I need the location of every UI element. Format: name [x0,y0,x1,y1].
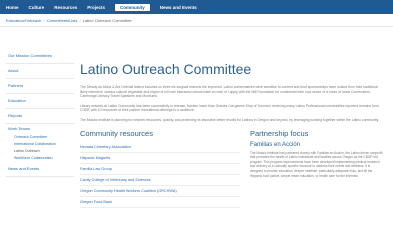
sidebar-subitem-workforce[interactable]: Workforce Collaboration [6,155,74,162]
nav-home[interactable]: Home [6,5,19,10]
intro-paragraph-2: Library network at Latino Community has … [80,103,379,113]
main-content: Latino Outreach Committee The Steady as … [74,27,393,208]
resource-link[interactable]: Familia Law Group [80,164,240,175]
intro-paragraph-1: The Steady as Aloha & Ant Oriental distr… [80,85,378,99]
top-navigation-bar: Home Culture Resources Projects Communit… [0,0,393,14]
breadcrumb-separator: › [43,17,45,23]
sidebar-section-work-teams[interactable]: Work Teams [6,124,74,134]
nav-projects[interactable]: Projects [87,5,105,10]
sidebar-item-mission[interactable]: Our Mission Committees [6,49,74,64]
nav-culture[interactable]: Culture [29,5,45,10]
sidebar-item-partners[interactable]: Partners [6,79,74,94]
community-resources-section: Community resources Nevada Cemetery Asso… [80,129,240,208]
breadcrumb-separator: › [79,17,81,23]
breadcrumb-current: Latino Outreach Committee [82,17,132,23]
breadcrumb-link-committees[interactable]: Committees/Lists [47,18,78,23]
sidebar-item-reports[interactable]: Reports [6,109,74,124]
nav-community[interactable]: Community [115,3,150,11]
content-columns: Community resources Nevada Cemetery Asso… [80,129,383,208]
partnership-focus-section: Partnership focus Familias en Acción The… [240,129,383,208]
sidebar: Our Mission Committees About Partners Ed… [0,27,74,208]
nav-resources[interactable]: Resources [54,5,77,10]
breadcrumb-link-education[interactable]: Education/Outreach [6,18,41,23]
intro-paragraph-3: The Mosaic Institute is planning for net… [80,117,379,122]
breadcrumb: Education/Outreach › Committees/Lists › … [0,14,393,27]
page-layout: Our Mission Committees About Partners Ed… [0,27,393,208]
page-title: Latino Outreach Committee [80,61,252,77]
sidebar-subitem-latino-outreach[interactable]: Latino Outreach [6,148,74,155]
partnership-subheading: Familias en Acción [250,141,301,148]
sidebar-item-about[interactable]: About [6,64,74,79]
resource-link[interactable]: Oregon Food Bank [80,197,240,208]
resource-link[interactable]: Oregon Community Health Workers Coalitio… [80,186,240,197]
partnership-text: The Mosaic Institute has partnered close… [250,150,383,178]
sidebar-item-education[interactable]: Education [6,94,74,109]
sidebar-subitem-international[interactable]: International Collaboration [6,141,74,148]
resource-link[interactable]: Nevada Cemetery Association [80,142,240,153]
community-resources-heading: Community resources [80,128,153,138]
resource-link[interactable]: Cavity College of Veterinary and Science… [80,175,240,186]
resource-link[interactable]: Hispanic Magnets [80,153,240,164]
partnership-focus-heading: Partnership focus [250,128,309,138]
nav-news-events[interactable]: News and Events [160,5,197,10]
sidebar-subitem-outreach[interactable]: Outreach Committee [6,134,74,141]
sidebar-item-news-events[interactable]: News and Events [6,162,74,177]
